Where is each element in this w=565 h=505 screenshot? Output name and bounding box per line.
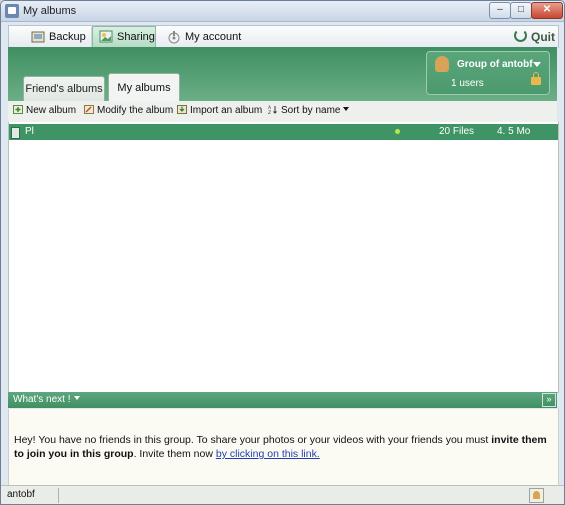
group-avatar-icon (435, 56, 449, 72)
tab-sharing-label: Sharing (117, 31, 155, 43)
main-tab-bar: Backup Sharing My account Quit (8, 25, 559, 48)
tab-backup-label: Backup (49, 31, 86, 43)
tab-backup[interactable]: Backup (25, 27, 92, 47)
group-selector[interactable]: Group of antobf 1 users (426, 51, 550, 95)
modify-album-button[interactable]: Modify the album (84, 105, 173, 116)
lock-icon[interactable] (531, 72, 541, 85)
status-username: antobf (7, 489, 35, 500)
whats-next-panel: Hey! You have no friends in this group. … (8, 409, 559, 486)
status-bar: antobf (1, 485, 564, 504)
album-row[interactable]: Pl 20 Files 4. 5 Mo (9, 124, 558, 140)
status-dot-icon (395, 129, 400, 134)
quit-label: Quit (531, 30, 555, 44)
collapse-icon[interactable]: » (542, 393, 556, 407)
tab-my-account[interactable]: My account (161, 27, 241, 47)
quit-button[interactable]: Quit (514, 26, 555, 48)
message-text: Hey! You have no friends in this group. … (14, 434, 492, 446)
message-text-2: . Invite them now (133, 448, 216, 460)
group-name: Group of antobf (457, 59, 533, 70)
caret-down-icon (73, 396, 80, 400)
account-icon (168, 31, 180, 44)
user-icon[interactable] (529, 488, 544, 503)
caret-down-icon (343, 107, 350, 111)
tab-my-account-label: My account (185, 31, 242, 43)
sort-dropdown[interactable]: A Z Sort by name (268, 105, 350, 116)
tab-friends-albums[interactable]: Friend's albums (23, 76, 105, 101)
maximize-button[interactable]: □ (510, 2, 532, 19)
title-bar[interactable]: My albums – □ ✕ (1, 1, 564, 22)
status-divider (58, 488, 59, 503)
sharing-icon (99, 30, 113, 43)
new-album-label: New album (26, 105, 77, 116)
album-icon (11, 127, 20, 139)
group-user-count: 1 users (451, 78, 484, 89)
new-album-button[interactable]: New album (13, 105, 76, 116)
minimize-button[interactable]: – (489, 2, 511, 19)
window-title: My albums (23, 5, 77, 17)
import-album-label: Import an album (190, 105, 263, 116)
tab-my-albums[interactable]: My albums (108, 73, 180, 102)
import-album-button[interactable]: Import an album (177, 105, 262, 116)
app-icon (5, 4, 19, 18)
album-name: Pl (25, 126, 34, 137)
app-window: My albums – □ ✕ Backup Sharing My accoun… (0, 0, 565, 505)
whats-next-text: What's next ! (13, 394, 71, 405)
invite-link[interactable]: by clicking on this link. (216, 448, 320, 460)
tab-sharing[interactable]: Sharing (92, 26, 156, 48)
album-file-count: 20 Files (439, 126, 475, 137)
whats-next-bar[interactable]: What's next ! » (8, 392, 557, 408)
sort-az-icon: AZ (268, 105, 277, 114)
album-toolbar: New album Modify the album Import an alb… (8, 101, 557, 123)
sort-label: Sort by name (281, 105, 341, 116)
backup-icon (31, 31, 45, 43)
sharing-header: Friend's albums My albums Group of antob… (8, 47, 557, 102)
whats-next-label: What's next ! (13, 392, 80, 408)
modify-album-label: Modify the album (97, 105, 174, 116)
album-list: Pl 20 Files 4. 5 Mo (8, 122, 559, 393)
info-message: Hey! You have no friends in this group. … (14, 433, 554, 461)
close-button[interactable]: ✕ (531, 2, 563, 19)
svg-text:Z: Z (268, 110, 271, 114)
modify-album-icon (84, 105, 94, 114)
album-size: 4. 5 Mo (497, 126, 531, 137)
power-icon (514, 29, 527, 42)
chevron-down-icon[interactable] (533, 62, 541, 67)
import-album-icon (177, 105, 187, 114)
new-album-icon (13, 105, 23, 114)
